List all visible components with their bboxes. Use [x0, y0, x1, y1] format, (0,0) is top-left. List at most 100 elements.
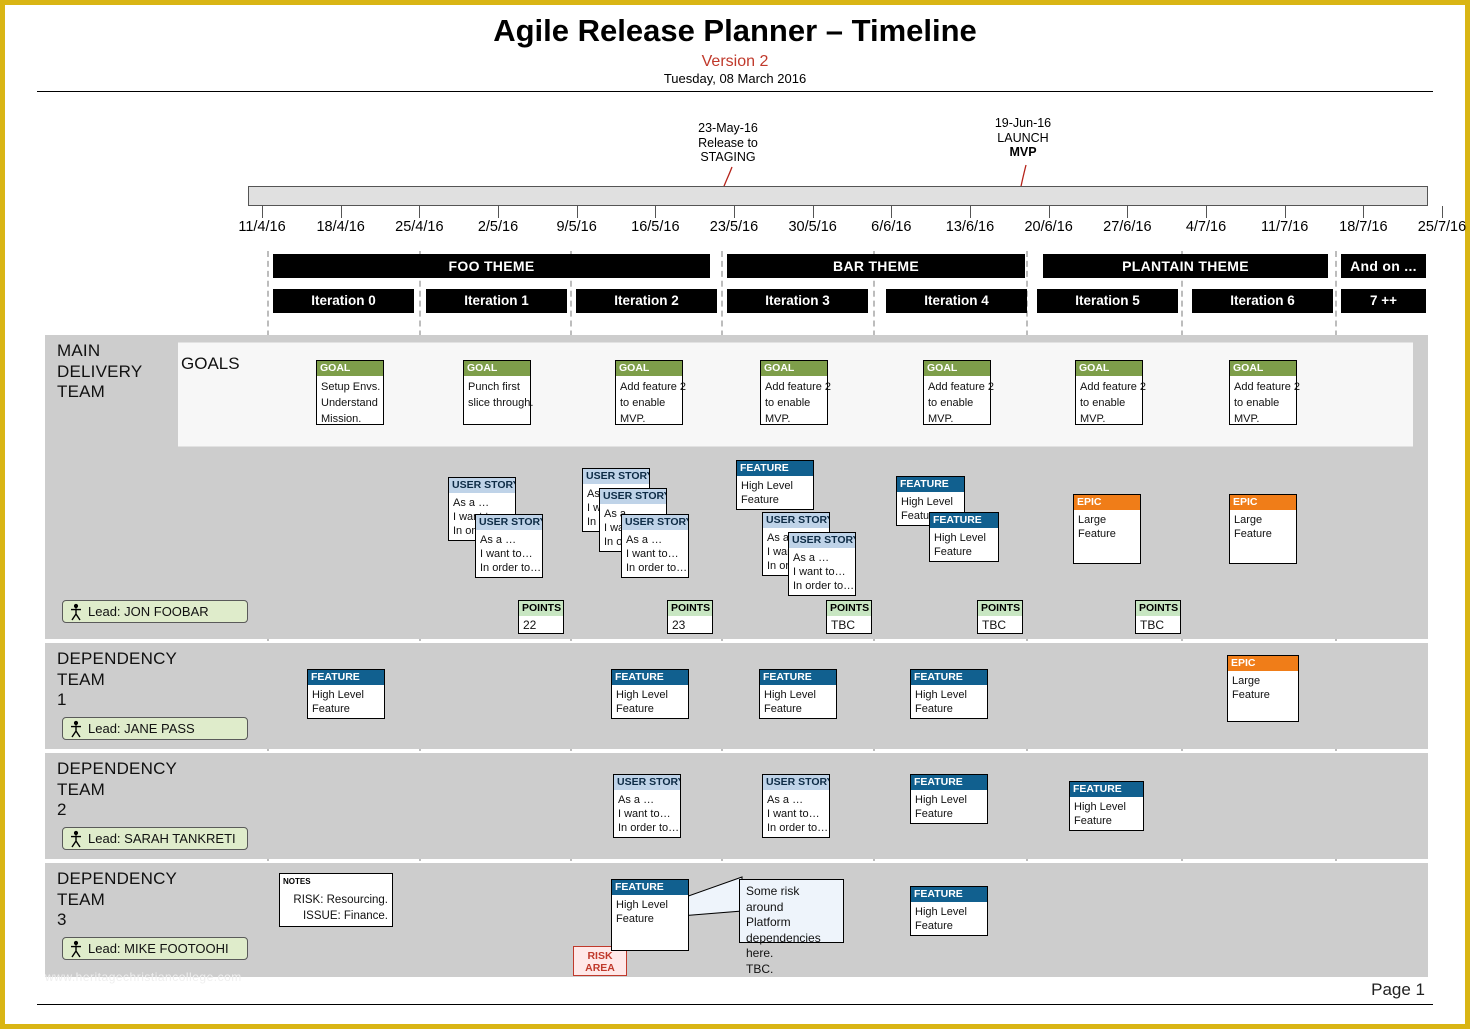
main-feature-card-0[interactable]: FEATURE High Level Feature — [736, 460, 814, 510]
main-epic-card-0[interactable]: EPIC Large Feature — [1073, 494, 1141, 564]
dep2-story-card-1[interactable]: USER STORY As a … I want to… In order to… — [762, 774, 830, 838]
goal-card-5-line-2: MVP. — [1080, 413, 1106, 425]
main-feature-card-0-line-0: High Level — [741, 480, 793, 492]
goal-card-5-body: Add feature 2 to enable MVP. — [1076, 376, 1146, 429]
dep1-feature-card-1[interactable]: FEATURE High Level Feature — [611, 669, 689, 719]
lane-label-line1: DEPENDENCY — [57, 649, 178, 668]
axis-tick-3 — [498, 206, 499, 218]
points-card-2-head: POINTS — [827, 601, 871, 616]
lead-badge-dep1-label: Lead: JANE PASS — [88, 721, 195, 736]
points-card-1-head: POINTS — [668, 601, 712, 616]
main-story-card-6[interactable]: USER STORY As a … I want to… In order to… — [788, 532, 856, 596]
points-card-0-body: 22 — [519, 616, 563, 634]
dep1-feature-card-0[interactable]: FEATURE High Level Feature — [307, 669, 385, 719]
main-story-card-1[interactable]: USER STORY As a … I want to… In order to… — [475, 514, 543, 578]
lead-badge-dep3-label: Lead: MIKE FOOTOOHI — [88, 941, 229, 956]
callout-line-2: Platform — [746, 915, 791, 929]
main-story-card-4[interactable]: USER STORY As a … I want to… In order to… — [621, 514, 689, 578]
iteration-bar-6[interactable]: Iteration 6 — [1192, 289, 1333, 313]
lead-badge-main[interactable]: Lead: JON FOOBAR — [62, 600, 248, 623]
milestone-staging: 23-May-16 Release to STAGING — [663, 121, 793, 165]
main-story-card-4-line-1: I want to… — [626, 548, 679, 560]
main-feature-card-0-line-1: Feature — [741, 494, 779, 506]
lane-label-line2: TEAM — [57, 669, 106, 689]
dep3-feature-card-1[interactable]: FEATURE High Level Feature — [910, 886, 988, 936]
main-epic-card-1[interactable]: EPIC Large Feature — [1229, 494, 1297, 564]
dep1-feature-card-1-line-1: Feature — [616, 703, 654, 715]
axis-tick-label-0: 11/4/16 — [238, 219, 286, 235]
iteration-bar-3[interactable]: Iteration 3 — [727, 289, 868, 313]
dep2-story-card-0-line-0: As a … — [618, 794, 655, 806]
lane-label-line2: TEAM — [57, 779, 106, 799]
axis-tick-label-6: 23/5/16 — [709, 219, 759, 235]
iteration-bar-7[interactable]: 7 ++ — [1341, 289, 1426, 313]
points-card-3-line-0: TBC — [982, 618, 1006, 632]
main-feature-card-2[interactable]: FEATURE High Level Feature — [929, 512, 999, 562]
dep1-feature-card-0-head: FEATURE — [308, 670, 384, 685]
milestone-launch-line2: LAUNCH — [997, 130, 1049, 145]
points-card-4-head: POINTS — [1136, 601, 1180, 616]
dep1-feature-card-3[interactable]: FEATURE High Level Feature — [910, 669, 988, 719]
goal-card-5[interactable]: GOAL Add feature 2 to enable MVP. — [1075, 360, 1146, 425]
points-card-1-body: 23 — [668, 616, 712, 634]
dep1-feature-card-0-body: High Level Feature — [308, 685, 384, 718]
dep2-feature-card-1[interactable]: FEATURE High Level Feature — [1069, 781, 1144, 831]
main-story-card-1-body: As a … I want to… In order to… — [476, 530, 542, 577]
goal-card-1[interactable]: GOAL Punch first slice through. — [463, 360, 533, 425]
dep2-story-card-0[interactable]: USER STORY As a … I want to… In order to… — [613, 774, 681, 838]
points-card-0[interactable]: POINTS 22 — [518, 600, 564, 634]
points-card-4[interactable]: POINTS TBC — [1135, 600, 1181, 634]
main-story-card-6-line-1: I want to… — [793, 566, 846, 578]
page-number: Page 1 — [1371, 980, 1425, 999]
milestone-launch-line3: MVP — [1009, 145, 1037, 159]
iteration-bar-1[interactable]: Iteration 1 — [426, 289, 567, 313]
goal-card-6[interactable]: GOAL Add feature 2 to enable MVP. — [1229, 360, 1300, 425]
main-feature-card-0-head: FEATURE — [737, 461, 813, 476]
main-story-card-6-line-2: In order to… — [793, 580, 855, 592]
goal-card-4-line-0: Add feature 2 — [928, 381, 995, 393]
iteration-bar-2[interactable]: Iteration 2 — [576, 289, 717, 313]
axis-tick-8 — [891, 206, 893, 218]
iteration-bar-5[interactable]: Iteration 5 — [1037, 289, 1178, 313]
goal-card-6-line-2: MVP. — [1234, 413, 1260, 425]
axis-tick-label-7: 30/5/16 — [788, 219, 837, 235]
main-story-card-3-head: USER STORY — [600, 489, 666, 504]
lead-badge-dep2[interactable]: Lead: SARAH TANKRETI — [62, 827, 248, 850]
watermark: www.heritagechristiancollege.com — [45, 970, 242, 984]
lead-badge-main-label: Lead: JON FOOBAR — [88, 604, 209, 619]
axis-tick-label-14: 18/7/16 — [1339, 219, 1388, 235]
goal-card-0[interactable]: GOAL Setup Envs. Understand Mission. — [316, 360, 384, 425]
goal-card-2-line-1: to enable — [620, 397, 666, 409]
dep2-story-card-0-line-2: In order to… — [618, 822, 680, 834]
points-card-2[interactable]: POINTS TBC — [826, 600, 872, 634]
main-epic-card-1-line-0: Large — [1234, 514, 1263, 526]
dep1-epic-card-0[interactable]: EPIC Large Feature — [1227, 655, 1299, 722]
dep3-feature-card-0-line-0: High Level — [616, 899, 668, 911]
footer-divider — [37, 1004, 1433, 1005]
dep1-feature-card-2[interactable]: FEATURE High Level Feature — [759, 669, 837, 719]
axis-tick-12 — [1206, 206, 1207, 218]
lane-label-line3: 3 — [57, 910, 67, 929]
goal-card-6-line-0: Add feature 2 — [1234, 381, 1301, 393]
points-card-0-line-0: 22 — [523, 618, 537, 632]
lead-badge-dep1[interactable]: Lead: JANE PASS — [62, 717, 248, 740]
iteration-bar-4[interactable]: Iteration 4 — [886, 289, 1027, 313]
main-feature-card-1-head: FEATURE — [897, 477, 964, 492]
goal-card-6-body: Add feature 2 to enable MVP. — [1230, 376, 1301, 429]
goal-card-4-head: GOAL — [924, 361, 990, 376]
notes-card[interactable]: NOTES RISK: Resourcing. ISSUE: Finance. — [279, 873, 393, 927]
lane-label-line1: DEPENDENCY — [57, 869, 178, 888]
dep3-feature-card-0[interactable]: FEATURE High Level Feature — [611, 879, 689, 951]
goal-card-4[interactable]: GOAL Add feature 2 to enable MVP. — [923, 360, 995, 425]
goal-card-3[interactable]: GOAL Add feature 2 to enable MVP. — [760, 360, 831, 425]
points-card-1[interactable]: POINTS 23 — [667, 600, 713, 634]
callout-line-1: Some risk around — [746, 884, 800, 914]
iteration-bar-0[interactable]: Iteration 0 — [273, 289, 414, 313]
lane-label-line3: 2 — [57, 800, 67, 819]
goal-card-2[interactable]: GOAL Add feature 2 to enable MVP. — [615, 360, 686, 425]
points-card-3[interactable]: POINTS TBC — [977, 600, 1023, 634]
milestone-launch: 19-Jun-16 LAUNCH MVP — [958, 116, 1088, 160]
dep2-feature-card-0[interactable]: FEATURE High Level Feature — [910, 774, 988, 824]
lead-badge-dep3[interactable]: Lead: MIKE FOOTOOHI — [62, 937, 248, 960]
risk-callout[interactable]: Some risk around Platform dependencies h… — [739, 879, 844, 976]
